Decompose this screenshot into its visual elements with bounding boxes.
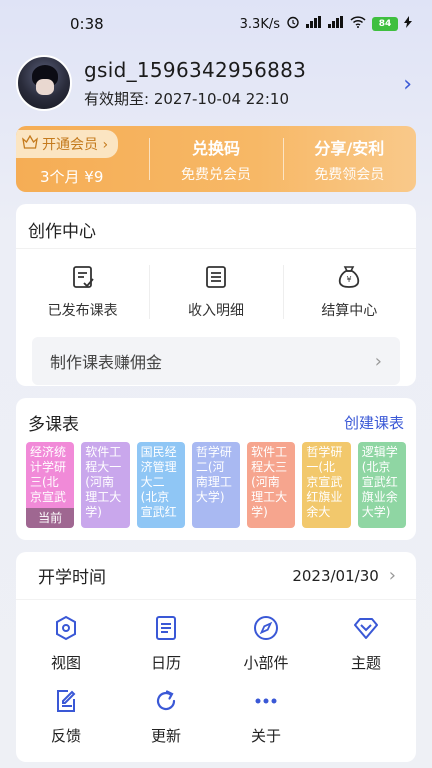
published-schedules-button[interactable]: 已发布课表	[16, 259, 149, 325]
redeem-code-button[interactable]: 兑换码 免费兑会员	[149, 126, 282, 192]
schedule-tile[interactable]: 经济统计学研三(北京宣武当前	[26, 442, 75, 528]
calendar-button[interactable]: 日历	[116, 614, 216, 673]
battery-indicator: 84	[372, 17, 398, 31]
schedule-tile-label: 软件工程大三(河南理工大学)	[251, 445, 288, 519]
published-schedule-icon	[70, 264, 96, 294]
membership-expiry: 有效期至: 2027-10-04 22:10	[84, 89, 289, 108]
schedule-tile-label: 逻辑学(北京宣武红旗业余大学)	[361, 445, 398, 519]
alarm-icon	[286, 15, 300, 33]
creation-center-card: 创作中心 已发布课表 收入明细 ¥ 结算中心 制作课表赚佣金 ›	[16, 204, 416, 386]
crown-icon	[22, 134, 38, 153]
earn-commission-row[interactable]: 制作课表赚佣金 ›	[32, 337, 400, 385]
view-button[interactable]: 视图	[16, 614, 116, 673]
settlement-center-label: 结算中心	[321, 303, 378, 319]
schedule-tile-label: 国民经济管理大二(北京宣武红	[140, 445, 177, 519]
more-dots-icon	[252, 687, 280, 719]
schedule-tiles: 经济统计学研三(北京宣武当前 软件工程大一(河南理工大学) 国民经济管理大二(北…	[16, 436, 416, 528]
earn-commission-label: 制作课表赚佣金	[50, 353, 163, 372]
share-button[interactable]: 分享/安利 免费领会员	[282, 126, 416, 192]
schedule-tile-label: 哲学研一(北京宣武红旗业余大	[306, 445, 343, 519]
theme-button[interactable]: 主题	[316, 614, 416, 673]
signal-icon-2	[328, 16, 344, 32]
feedback-button[interactable]: 反馈	[16, 687, 116, 746]
income-details-button[interactable]: 收入明细	[149, 259, 282, 325]
signal-icon	[306, 16, 322, 32]
widgets-button[interactable]: 小部件	[216, 614, 316, 673]
schedule-tile[interactable]: 软件工程大一(河南理工大学)	[81, 442, 130, 528]
status-time: 0:38	[70, 15, 104, 33]
svg-text:¥: ¥	[347, 275, 352, 284]
schedule-tile-label: 经济统计学研三(北京宣武	[30, 445, 67, 504]
start-date-value: 2023/01/30	[292, 566, 379, 585]
settings-card: 开学时间 2023/01/30 › 视图 日历 小部件 主题 反馈 更新 关于	[16, 552, 416, 762]
multi-schedules-title: 多课表	[28, 414, 79, 435]
redeem-title: 兑换码	[191, 138, 240, 158]
feedback-edit-icon	[52, 687, 80, 719]
charging-icon	[404, 16, 412, 32]
compass-icon	[252, 614, 280, 646]
username: gsid_1596342956883	[84, 57, 307, 82]
income-list-icon	[203, 264, 229, 294]
money-bag-icon: ¥	[336, 264, 362, 294]
create-schedule-link[interactable]: 创建课表	[344, 412, 404, 433]
widgets-label: 小部件	[243, 654, 289, 672]
diamond-icon	[352, 614, 380, 646]
chevron-right-icon[interactable]: ›	[403, 72, 412, 97]
schedule-tile[interactable]: 国民经济管理大二(北京宣武红	[136, 442, 185, 528]
schedule-tile[interactable]: 哲学研二(河南理工大学)	[191, 442, 241, 528]
open-vip-label: 开通会员 ›	[42, 136, 109, 153]
avatar[interactable]	[16, 55, 72, 111]
status-bar: 0:38 3.3K/s 84	[0, 0, 432, 48]
about-label: 关于	[250, 727, 281, 745]
schedule-tile[interactable]: 逻辑学(北京宣武红旗业余大学)	[357, 442, 406, 528]
calendar-icon	[152, 614, 180, 646]
refresh-icon	[152, 687, 180, 719]
theme-label: 主题	[350, 654, 381, 672]
multi-schedules-card: 多课表 创建课表 经济统计学研三(北京宣武当前 软件工程大一(河南理工大学) 国…	[16, 398, 416, 540]
profile-header[interactable]: gsid_1596342956883 有效期至: 2027-10-04 22:1…	[16, 54, 416, 112]
vip-price: 3个月 ¥9	[40, 167, 104, 186]
open-vip-button[interactable]: 开通会员 › 3个月 ¥9	[16, 126, 149, 192]
chevron-right-icon: ›	[388, 565, 396, 586]
view-label: 视图	[50, 654, 81, 672]
update-label: 更新	[150, 727, 181, 745]
published-schedules-label: 已发布课表	[47, 303, 118, 319]
calendar-label: 日历	[150, 654, 181, 672]
view-hexagon-icon	[52, 614, 80, 646]
settlement-center-button[interactable]: ¥ 结算中心	[282, 259, 416, 325]
net-speed: 3.3K/s	[239, 16, 280, 32]
income-details-label: 收入明细	[187, 303, 244, 319]
schedule-tile[interactable]: 软件工程大三(河南理工大学)	[247, 442, 296, 528]
chevron-right-icon: ›	[374, 350, 382, 372]
share-title: 分享/安利	[314, 138, 385, 158]
schedule-tile-label: 软件工程大一(河南理工大学)	[85, 445, 122, 519]
current-schedule-badge: 当前	[26, 508, 75, 528]
share-subtitle: 免费领会员	[314, 166, 385, 183]
creation-center-title: 创作中心	[16, 204, 416, 249]
schedule-tile[interactable]: 哲学研一(北京宣武红旗业余大	[302, 442, 351, 528]
start-date-row[interactable]: 开学时间 2023/01/30 ›	[16, 552, 416, 600]
feedback-label: 反馈	[50, 727, 81, 745]
update-button[interactable]: 更新	[116, 687, 216, 746]
schedule-tile-label: 哲学研二(河南理工大学)	[195, 445, 232, 504]
wifi-icon	[350, 16, 366, 32]
about-button[interactable]: 关于	[216, 687, 316, 746]
start-date-label: 开学时间	[38, 568, 106, 588]
vip-banner: 开通会员 › 3个月 ¥9 兑换码 免费兑会员 分享/安利 免费领会员	[16, 126, 416, 192]
redeem-subtitle: 免费兑会员	[180, 166, 251, 183]
